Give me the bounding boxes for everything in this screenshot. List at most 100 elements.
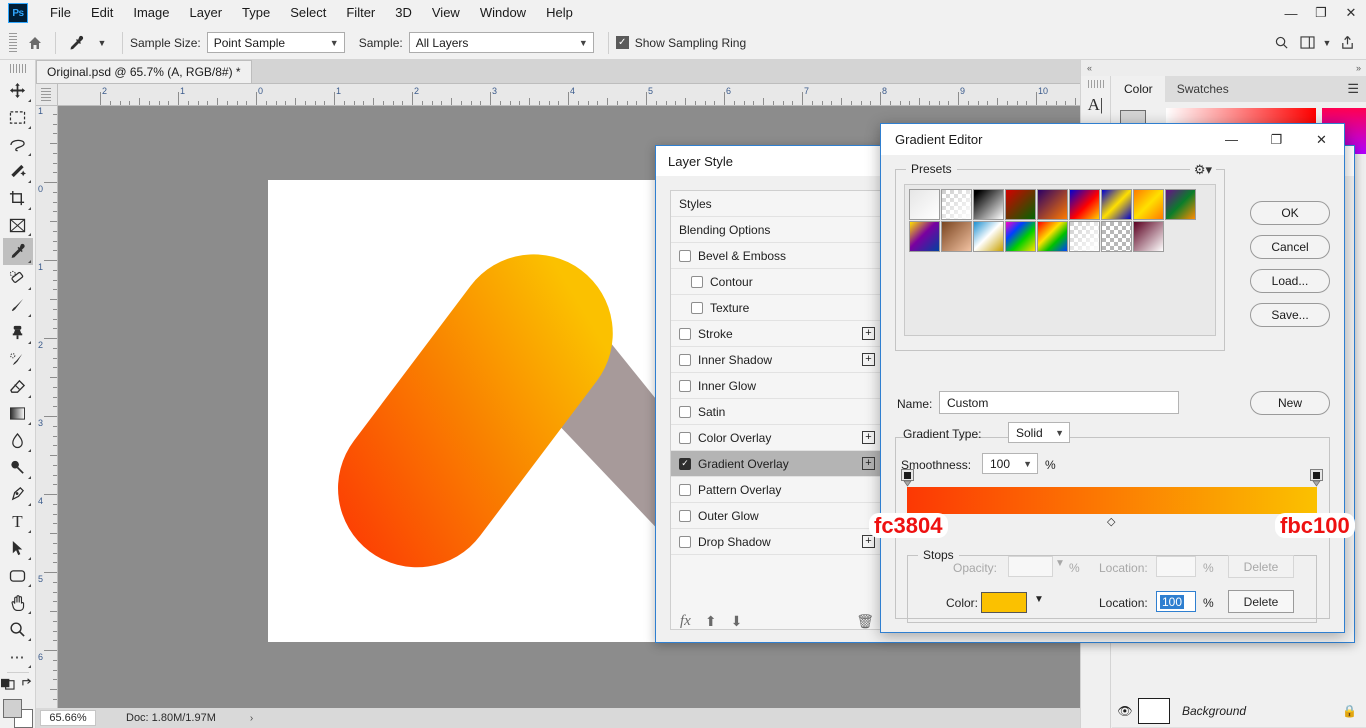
add-effect-icon[interactable]: + xyxy=(862,353,875,366)
color-delete-button[interactable]: Delete xyxy=(1228,590,1294,613)
menu-type[interactable]: Type xyxy=(232,0,280,26)
gear-icon[interactable]: ⚙▾ xyxy=(1189,162,1216,178)
layer-style-row-inner-glow[interactable]: Inner Glow xyxy=(671,373,883,399)
save-button[interactable]: Save... xyxy=(1250,303,1330,327)
menu-window[interactable]: Window xyxy=(470,0,536,26)
layer-style-row-satin[interactable]: Satin xyxy=(671,399,883,425)
gradient-preview-bar[interactable]: ◇ xyxy=(901,469,1323,532)
close-icon[interactable]: ✕ xyxy=(1299,124,1344,155)
zoom-level-field[interactable]: 65.66% xyxy=(40,710,96,726)
close-icon[interactable]: ✕ xyxy=(1336,0,1366,26)
layer-style-row-gradient-overlay[interactable]: ✓ Gradient Overlay + xyxy=(671,451,883,477)
spot-healing-brush-tool[interactable] xyxy=(3,265,33,292)
layer-style-row-texture[interactable]: Texture xyxy=(671,295,883,321)
checkbox-icon[interactable] xyxy=(679,249,691,262)
layer-style-row-inner-shadow[interactable]: Inner Shadow + xyxy=(671,347,883,373)
checkbox-icon[interactable] xyxy=(679,353,691,366)
status-expand-icon[interactable]: › xyxy=(250,713,253,724)
foreground-color-swatch[interactable] xyxy=(2,698,22,718)
workspace-icon[interactable] xyxy=(1294,30,1320,56)
tab-color[interactable]: Color xyxy=(1112,76,1165,102)
eraser-tool[interactable] xyxy=(3,373,33,400)
rectangle-tool[interactable] xyxy=(3,562,33,589)
layer-style-row-styles[interactable]: Styles xyxy=(671,191,883,217)
gradient-preset-black-white[interactable] xyxy=(973,189,1004,220)
add-effect-icon[interactable]: + xyxy=(862,457,875,470)
layer-style-row-blending-options[interactable]: Blending Options xyxy=(671,217,883,243)
gradient-preset-orange-yellow-orange[interactable] xyxy=(1133,189,1164,220)
gradient-preset-yellow-violet-orange-blue[interactable] xyxy=(909,221,940,252)
maximize-icon[interactable]: ❐ xyxy=(1254,124,1299,155)
pen-tool[interactable] xyxy=(3,481,33,508)
eyedropper-tool[interactable] xyxy=(2,238,33,266)
tool-preset-chevron-icon[interactable]: ▼ xyxy=(89,30,115,56)
move-up-icon[interactable]: ⬆ xyxy=(705,613,717,630)
search-icon[interactable] xyxy=(1268,30,1294,56)
zoom-tool[interactable] xyxy=(3,616,33,643)
eye-icon[interactable]: 👁 xyxy=(1112,704,1138,718)
gradient-preset-violet-white[interactable] xyxy=(1133,221,1164,252)
opacity-input[interactable] xyxy=(1008,556,1053,577)
gradient-midpoint-marker[interactable]: ◇ xyxy=(1107,515,1115,528)
tools-panel-grip[interactable] xyxy=(9,64,26,73)
minimize-icon[interactable]: — xyxy=(1209,124,1254,155)
gradient-preset-foreground-to-background[interactable] xyxy=(909,189,940,220)
checkbox-icon[interactable] xyxy=(679,509,691,522)
gradient-preset-copper[interactable] xyxy=(941,221,972,252)
layer-style-row-bevel-emboss[interactable]: Bevel & Emboss xyxy=(671,243,883,269)
move-tool[interactable] xyxy=(3,77,33,104)
checkbox-icon[interactable]: ✓ xyxy=(679,457,691,470)
fx-icon[interactable]: fx xyxy=(680,613,691,630)
ok-button[interactable]: OK xyxy=(1250,201,1330,225)
gradient-type-select[interactable]: Solid ▼ xyxy=(1008,422,1070,443)
gradient-name-input[interactable]: Custom xyxy=(939,391,1179,414)
menu-view[interactable]: View xyxy=(422,0,470,26)
gradient-preset-red-green[interactable] xyxy=(1005,189,1036,220)
move-down-icon[interactable]: ⬇ xyxy=(731,613,743,630)
lasso-tool[interactable] xyxy=(3,131,33,158)
presets-grid[interactable] xyxy=(904,184,1216,336)
color-location-input[interactable]: 100 xyxy=(1156,591,1196,612)
home-icon[interactable] xyxy=(22,30,48,56)
color-swatch[interactable] xyxy=(981,592,1027,613)
tab-swatches[interactable]: Swatches xyxy=(1165,76,1241,102)
load-button[interactable]: Load... xyxy=(1250,269,1330,293)
checkbox-icon[interactable] xyxy=(679,535,691,548)
table-row[interactable]: 👁 Background 🔒 xyxy=(1112,694,1366,728)
gradient-preset-violet-green-orange[interactable] xyxy=(1165,189,1196,220)
show-sampling-ring-checkbox[interactable]: ✓ Show Sampling Ring xyxy=(615,36,752,50)
opacity-stop-start[interactable] xyxy=(901,469,914,487)
type-tool[interactable]: T xyxy=(3,508,33,535)
cancel-button[interactable]: Cancel xyxy=(1250,235,1330,259)
gradient-preset-spectrum[interactable] xyxy=(1005,221,1036,252)
frame-tool[interactable] xyxy=(3,212,33,239)
share-icon[interactable] xyxy=(1334,30,1360,56)
opacity-stepper-chevron-icon[interactable]: ▼ xyxy=(1055,558,1065,569)
opacity-stop-end[interactable] xyxy=(1310,469,1323,487)
checkbox-icon[interactable] xyxy=(691,301,703,314)
artboard[interactable] xyxy=(268,180,685,642)
layer-style-row-drop-shadow[interactable]: Drop Shadow + xyxy=(671,529,883,555)
character-panel-icon[interactable]: A| xyxy=(1083,92,1109,118)
menu-help[interactable]: Help xyxy=(536,0,583,26)
checkbox-icon[interactable] xyxy=(679,431,691,444)
gradient-preset-neutral-density[interactable] xyxy=(1101,221,1132,252)
menu-3d[interactable]: 3D xyxy=(385,0,422,26)
gradient-preset-transparent-rainbow[interactable] xyxy=(1037,221,1068,252)
smoothness-input[interactable]: 100 ▼ xyxy=(982,453,1038,474)
lock-icon[interactable]: 🔒 xyxy=(1342,704,1357,718)
blur-tool[interactable] xyxy=(3,427,33,454)
collapse-left-icon[interactable]: « xyxy=(1087,63,1092,73)
opacity-location-input[interactable] xyxy=(1156,556,1196,577)
add-effect-icon[interactable]: + xyxy=(862,431,875,444)
layer-style-row-color-overlay[interactable]: Color Overlay + xyxy=(671,425,883,451)
hand-tool[interactable] xyxy=(3,589,33,616)
vertical-ruler[interactable]: 1 0 1 2 3 4 5 6 xyxy=(36,106,58,708)
magic-wand-tool[interactable] xyxy=(3,158,33,185)
sample-size-select[interactable]: Point Sample ▼ xyxy=(206,32,345,53)
chevron-down-icon[interactable]: ▼ xyxy=(1320,30,1334,56)
screen-mode-icon[interactable] xyxy=(21,677,35,693)
gradient-preset-violet-orange[interactable] xyxy=(1037,189,1068,220)
clone-stamp-tool[interactable] xyxy=(3,319,33,346)
rectangular-marquee-tool[interactable] xyxy=(3,104,33,131)
